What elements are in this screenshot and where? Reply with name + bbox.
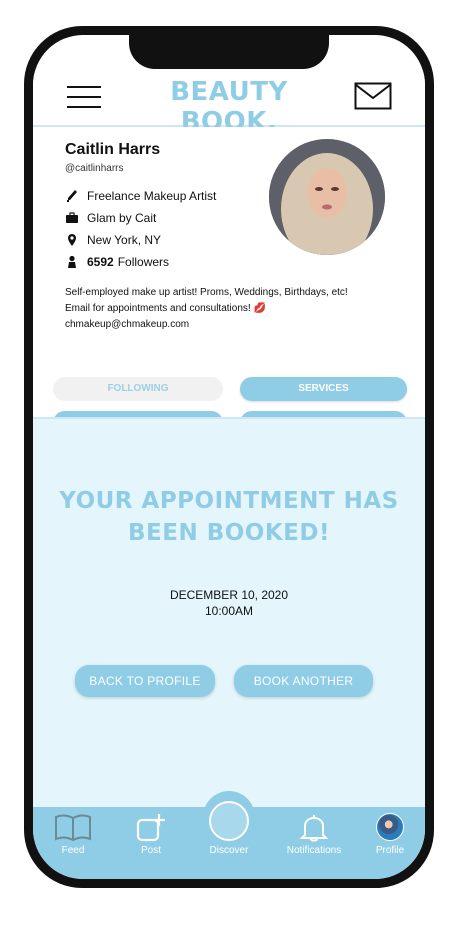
bio-line: Email for appointments and consultations… xyxy=(65,303,266,314)
mail-icon[interactable] xyxy=(354,82,392,110)
bio-email[interactable]: chmakeup@chmakeup.com xyxy=(65,317,385,333)
title-line: BEEN BOOKED! xyxy=(128,520,330,546)
business-row: Glam by Cait xyxy=(65,209,156,227)
tab-label: Post xyxy=(140,845,161,856)
tab-notifications[interactable]: Notifications xyxy=(276,813,352,856)
app-header: BEAUTY BOOK. xyxy=(33,71,425,137)
followers-label: Followers xyxy=(117,255,170,269)
hamburger-menu-icon[interactable] xyxy=(67,83,101,111)
tab-label: Discover xyxy=(209,845,249,856)
followers-count: 6592 xyxy=(87,255,114,269)
tab-discover[interactable]: Discover xyxy=(191,801,267,856)
bio-line: Self-employed make up artist! Proms, Wed… xyxy=(65,287,348,298)
tab-profile[interactable]: Profile xyxy=(352,813,425,856)
circle-icon xyxy=(191,801,267,843)
bottom-tab-bar: Feed Post Discover Notifications Profile xyxy=(33,791,425,879)
booking-confirmation-title: YOUR APPOINTMENT HAS BEEN BOOKED! xyxy=(49,485,409,549)
brush-icon xyxy=(65,189,79,203)
back-to-profile-button[interactable]: BACK TO PROFILE xyxy=(75,665,215,697)
profile-avatar xyxy=(269,139,385,255)
avatar xyxy=(376,813,404,841)
title-line: YOUR APPOINTMENT HAS xyxy=(59,488,399,514)
app-screen: BEAUTY BOOK. Caitlin Harrs @caitlinharrs… xyxy=(33,35,425,879)
phone-notch xyxy=(129,35,329,69)
tab-label: Notifications xyxy=(286,845,342,856)
business-text: Glam by Cait xyxy=(87,211,157,225)
tab-label: Profile xyxy=(375,845,405,856)
following-button[interactable]: FOLLOWING xyxy=(53,377,223,401)
briefcase-icon xyxy=(65,211,79,225)
location-row: New York, NY xyxy=(65,231,161,249)
appointment-date: DECEMBER 10, 2020 xyxy=(169,588,289,602)
phone-frame: BEAUTY BOOK. Caitlin Harrs @caitlinharrs… xyxy=(24,26,434,888)
person-icon xyxy=(65,255,79,269)
tab-label: Feed xyxy=(61,845,85,856)
occupation-text: Freelance Makeup Artist xyxy=(87,189,217,203)
book-icon xyxy=(55,814,91,842)
booking-confirmation-panel: YOUR APPOINTMENT HAS BEEN BOOKED! DECEMB… xyxy=(33,417,425,807)
appointment-time: 10:00AM xyxy=(204,604,254,618)
bell-icon xyxy=(299,815,329,842)
profile-card: Caitlin Harrs @caitlinharrs Freelance Ma… xyxy=(33,127,425,435)
tab-post[interactable]: Post xyxy=(113,813,189,856)
add-post-icon xyxy=(136,814,165,842)
profile-name: Caitlin Harrs xyxy=(65,141,161,158)
profile-handle: @caitlinharrs xyxy=(65,163,124,174)
followers-row[interactable]: 6592 Followers xyxy=(65,253,169,271)
services-button[interactable]: SERVICES xyxy=(240,377,407,401)
tab-feed[interactable]: Feed xyxy=(35,813,111,856)
appointment-datetime: DECEMBER 10, 2020 10:00AM xyxy=(33,587,425,619)
book-another-button[interactable]: BOOK ANOTHER xyxy=(234,665,373,697)
location-pin-icon xyxy=(65,233,79,247)
profile-bio: Self-employed make up artist! Proms, Wed… xyxy=(65,285,385,333)
location-text: New York, NY xyxy=(87,233,162,247)
occupation-row: Freelance Makeup Artist xyxy=(65,187,216,205)
